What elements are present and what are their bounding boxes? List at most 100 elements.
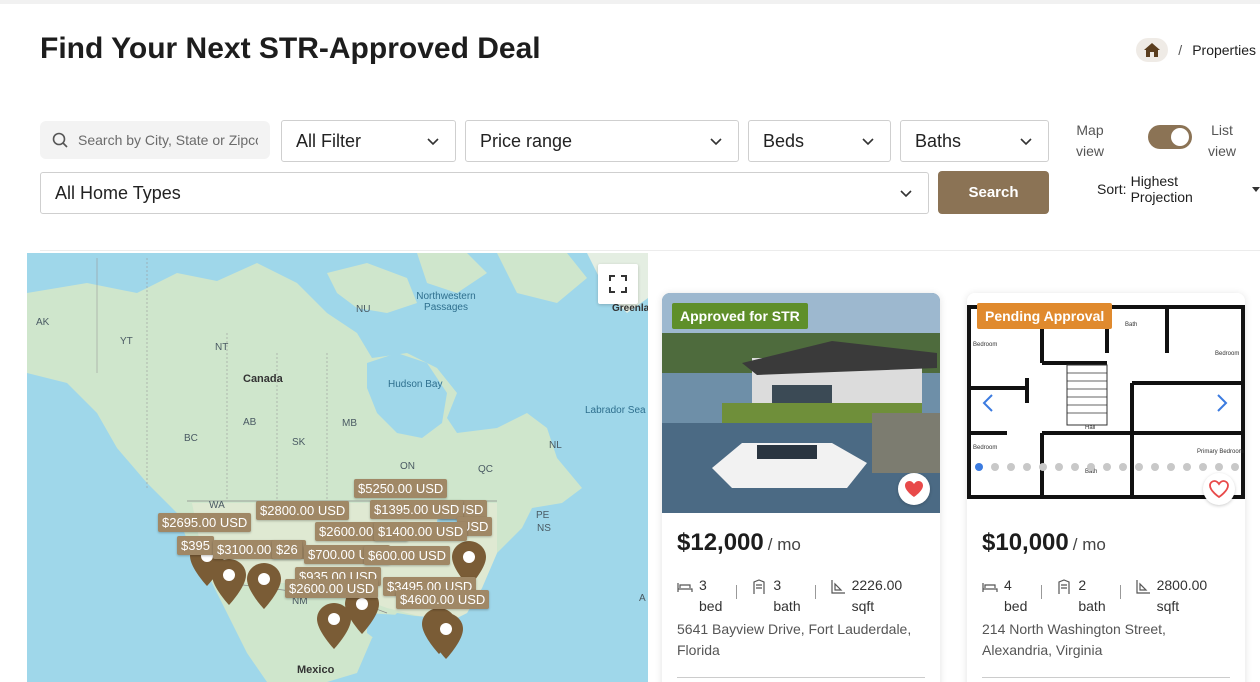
search-box[interactable] xyxy=(40,121,270,159)
favorite-button[interactable] xyxy=(1203,473,1235,505)
carousel-dot[interactable] xyxy=(1071,463,1079,471)
favorite-button[interactable] xyxy=(898,473,930,505)
map-view-label[interactable]: Map view xyxy=(1072,120,1108,162)
chevron-down-icon xyxy=(427,138,439,146)
carousel-dot[interactable] xyxy=(1183,463,1191,471)
price-value: $12,000 xyxy=(677,529,764,556)
map-label-ak: AK xyxy=(36,317,50,328)
area-value: 2800.00 xyxy=(1156,577,1208,593)
listing-photo[interactable]: Bath Bedroom Bedroom Hall Bedroom Primar… xyxy=(967,293,1245,513)
carousel-dot[interactable] xyxy=(975,463,983,471)
carousel-dot[interactable] xyxy=(1167,463,1175,471)
list-view-label[interactable]: List view xyxy=(1204,120,1240,162)
map-label-wa: WA xyxy=(209,500,225,511)
map-pin-icon[interactable] xyxy=(247,563,281,609)
map-label-yt: YT xyxy=(120,336,133,347)
chevron-left-icon[interactable] xyxy=(981,393,995,413)
carousel-dot[interactable] xyxy=(1087,463,1095,471)
area-value: 2226.00 xyxy=(851,577,903,593)
map-price-tag[interactable]: $395 xyxy=(177,536,214,555)
top-shadow xyxy=(0,0,1260,4)
price-period: / mo xyxy=(1072,535,1106,554)
map-label-mexico: Mexico xyxy=(297,664,335,676)
map-price-tag[interactable]: $5250.00 USD xyxy=(354,479,448,498)
carousel-dot[interactable] xyxy=(1199,463,1207,471)
map-label-nw-passages-1: Northwestern xyxy=(416,291,476,302)
caret-down-icon xyxy=(1252,186,1260,192)
map-price-tag[interactable]: $1395.00 USD xyxy=(370,500,464,519)
map-label-on: ON xyxy=(400,461,415,472)
bed-icon xyxy=(677,583,693,592)
spec-baths: 2 bath xyxy=(1056,575,1106,617)
carousel-dot[interactable] xyxy=(1135,463,1143,471)
listing-photo[interactable]: Approved for STR xyxy=(662,293,940,513)
carousel-dot[interactable] xyxy=(1151,463,1159,471)
listing-card[interactable]: Approved for STR $12,000/ mo 3 bed 3 bath … xyxy=(662,293,940,682)
map-pin-icon[interactable] xyxy=(429,613,463,659)
map-label-canada: Canada xyxy=(243,373,283,385)
carousel-dot[interactable] xyxy=(1023,463,1031,471)
map-label-greenland: Greenla xyxy=(612,303,648,314)
map-price-tag[interactable]: $26 xyxy=(272,540,302,559)
map-price-tag[interactable]: $4600.00 USD xyxy=(396,590,490,609)
listing-address: 214 North Washington Street, Alexandria,… xyxy=(982,621,1166,658)
map-label-mb: MB xyxy=(342,418,357,429)
carousel-dot[interactable] xyxy=(1103,463,1111,471)
bath-icon xyxy=(753,579,765,594)
floorplan-label: Bedroom xyxy=(973,445,997,451)
carousel-dot[interactable] xyxy=(1231,463,1239,471)
carousel-dot[interactable] xyxy=(1215,463,1223,471)
map-label-qc: QC xyxy=(478,464,493,475)
beds-value: 3 xyxy=(699,577,707,593)
beds-label: Beds xyxy=(763,130,805,151)
carousel-dot[interactable] xyxy=(1007,463,1015,471)
list-view-label-line2: view xyxy=(1207,143,1236,159)
home-types-label: All Home Types xyxy=(55,182,181,203)
all-filter-select[interactable]: All Filter xyxy=(281,120,456,162)
property-map[interactable]: AK YT NT NU Canada Hudson Bay Northweste… xyxy=(27,253,648,682)
sort-dropdown[interactable]: Sort: Highest Projection xyxy=(1097,173,1260,205)
spec-divider xyxy=(1041,585,1043,599)
chevron-right-icon[interactable] xyxy=(1215,393,1229,413)
breadcrumb-separator: / xyxy=(1178,42,1183,58)
floorplan-label: Hall xyxy=(1085,425,1095,431)
carousel-dot[interactable] xyxy=(1119,463,1127,471)
carousel-dots xyxy=(975,463,1245,471)
breadcrumb-properties[interactable]: Properties xyxy=(1192,42,1256,58)
home-types-select[interactable]: All Home Types xyxy=(40,172,929,214)
listing-card[interactable]: Bath Bedroom Bedroom Hall Bedroom Primar… xyxy=(967,293,1245,682)
status-badge: Approved for STR xyxy=(672,303,808,329)
home-icon[interactable] xyxy=(1136,38,1169,62)
map-price-tag[interactable]: $1400.00 USD xyxy=(374,522,468,541)
carousel-dot[interactable] xyxy=(991,463,999,471)
carousel-dot[interactable] xyxy=(1039,463,1047,471)
map-price-tag[interactable]: $2800.00 USD xyxy=(256,501,350,520)
map-label-ab: AB xyxy=(243,417,257,428)
baths-select[interactable]: Baths xyxy=(900,120,1049,162)
map-price-tag[interactable]: $2600.00 USD xyxy=(285,579,379,598)
sort-value: Highest Projection xyxy=(1130,173,1193,205)
search-button[interactable]: Search xyxy=(938,171,1049,214)
sort-label: Sort: xyxy=(1097,181,1127,197)
map-label-nl: NL xyxy=(549,440,562,451)
search-input[interactable] xyxy=(78,132,258,148)
toggle-knob xyxy=(1171,128,1189,146)
bath-icon xyxy=(1058,579,1070,594)
view-toggle-switch[interactable] xyxy=(1148,125,1192,149)
beds-label: bed xyxy=(699,598,723,614)
carousel-dot[interactable] xyxy=(1055,463,1063,471)
map-label-nw-passages: Northwestern Passages xyxy=(415,291,477,313)
map-pin-icon[interactable] xyxy=(212,559,246,605)
beds-value: 4 xyxy=(1004,577,1012,593)
listing-price: $12,000/ mo xyxy=(677,529,801,557)
price-range-label: Price range xyxy=(480,130,573,151)
chevron-down-icon xyxy=(1020,138,1032,146)
beds-select[interactable]: Beds xyxy=(748,120,891,162)
fullscreen-button[interactable] xyxy=(598,264,638,304)
map-price-tag[interactable]: $2695.00 USD xyxy=(158,513,252,532)
spec-divider xyxy=(736,585,738,599)
map-label-sk: SK xyxy=(292,437,306,448)
area-label: sqft xyxy=(851,598,875,614)
price-range-select[interactable]: Price range xyxy=(465,120,739,162)
map-price-tag[interactable]: $600.00 USD xyxy=(364,546,451,565)
